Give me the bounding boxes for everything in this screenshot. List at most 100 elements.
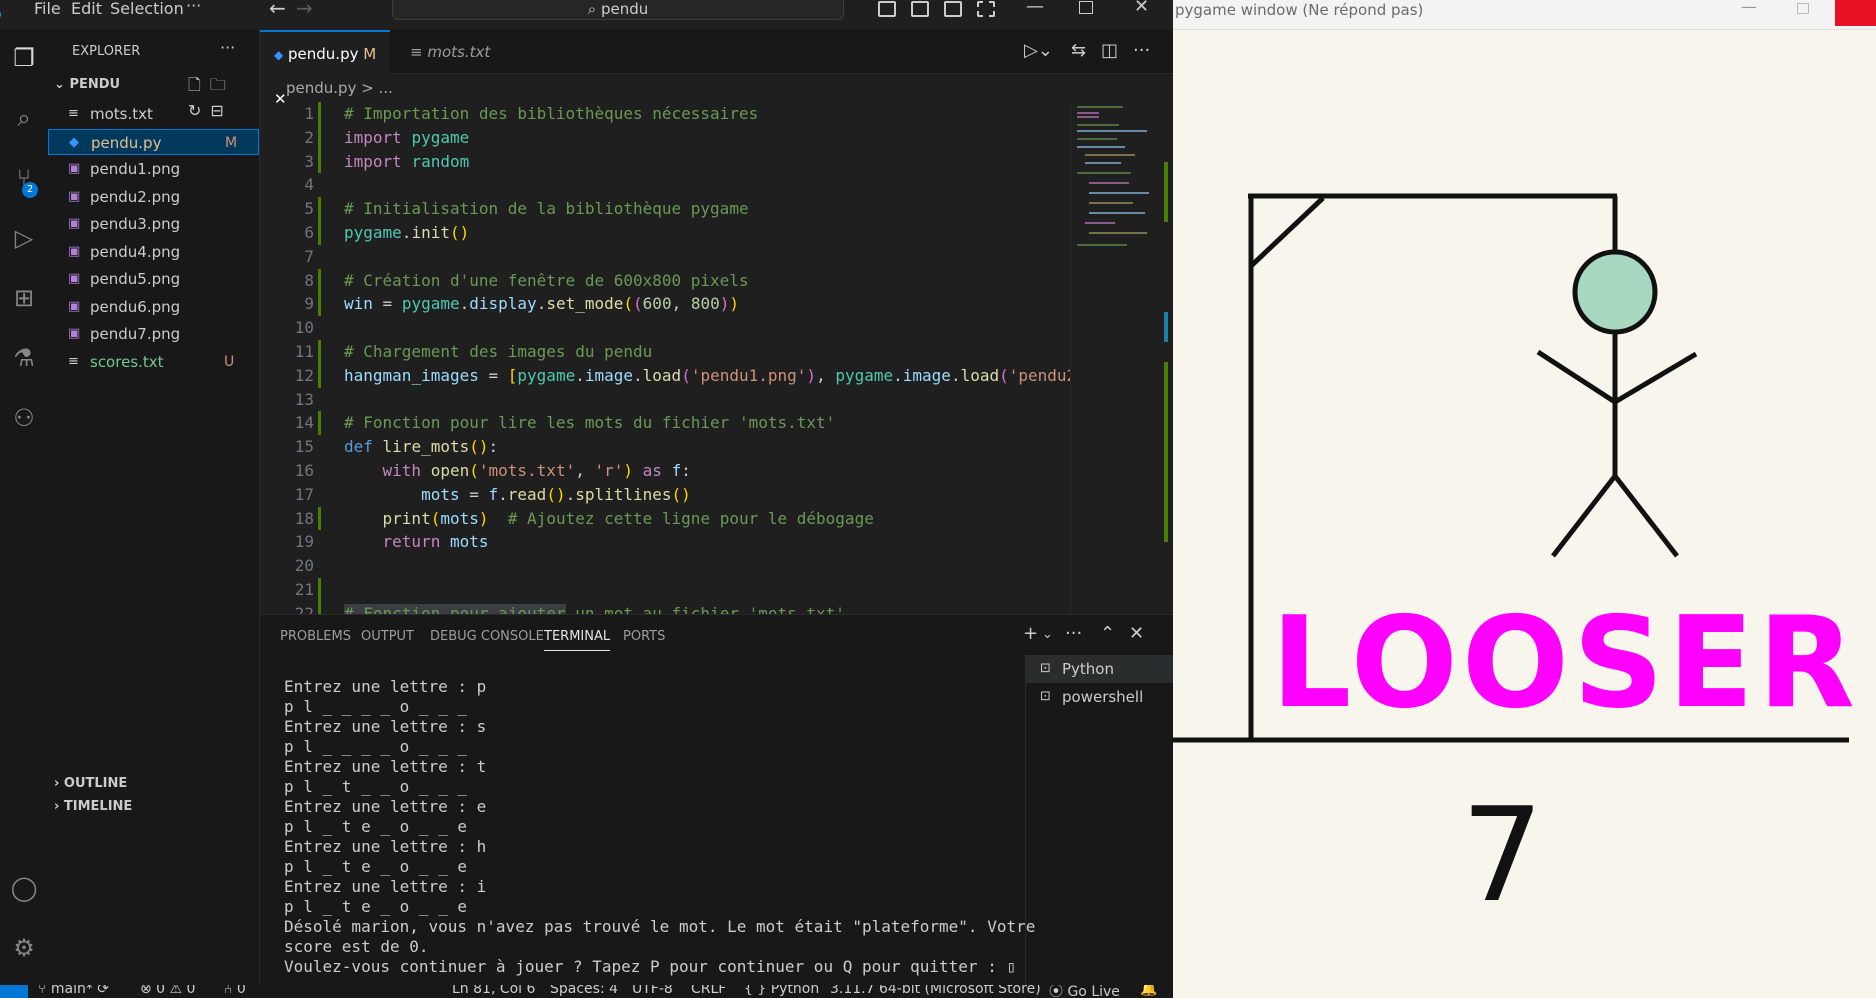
code-line: # Importation des bibliothèques nécessai… <box>344 104 759 123</box>
code-editor[interactable]: 1 # Importation des bibliothèques nécessa… <box>260 102 1070 614</box>
branch-status[interactable]: ⑂ main* ⟳ <box>38 985 109 997</box>
cursor-position[interactable]: Ln 81, Col 6 <box>452 985 535 997</box>
eol-status[interactable]: CRLF <box>691 985 726 997</box>
folder-pendu[interactable]: ⌄ PENDU <box>54 77 120 92</box>
testing-icon[interactable]: ⚗ <box>8 342 40 374</box>
toggle-secondary-sidebar-icon[interactable] <box>944 1 962 17</box>
maximize-button[interactable] <box>1079 1 1093 14</box>
file-name: pendu4.png <box>90 242 181 261</box>
file-item[interactable]: ◆ pendu.py M <box>48 128 259 155</box>
chevron-down-icon: ⌄ <box>54 77 65 92</box>
new-terminal-button[interactable]: + <box>1023 623 1038 644</box>
code-line: win = pygame.display.set_mode((600, 800)… <box>344 294 740 314</box>
vscode-logo-icon: ⟩ <box>0 2 18 26</box>
broadcast-icon: ⦿ <box>1049 985 1063 998</box>
scrollbar-change-marker <box>1164 362 1168 542</box>
line-number: 11 <box>294 341 314 361</box>
file-item[interactable]: ▣ pendu4.png <box>48 239 259 265</box>
file-item[interactable]: ▣ pendu5.png <box>48 266 259 292</box>
line-number: 17 <box>294 484 314 504</box>
editor-more-button[interactable]: ··· <box>1133 40 1150 61</box>
extensions-icon[interactable]: ⊞ <box>8 282 40 314</box>
breadcrumb[interactable]: pendu.py > ... <box>260 74 1173 102</box>
encoding-status[interactable]: UTF-8 <box>632 985 673 997</box>
line-number: 15 <box>294 437 314 457</box>
code-line: pygame.init() <box>344 222 470 242</box>
new-folder-icon[interactable]: 🗀 <box>210 75 235 94</box>
menu-file[interactable]: File <box>34 0 61 18</box>
file-item[interactable]: ▣ pendu6.png <box>48 294 259 320</box>
terminal-output[interactable]: Entrez une lettre : pp l _ _ _ _ o _ _ _… <box>284 677 1044 977</box>
file-item[interactable]: ▣ pendu2.png <box>48 184 259 210</box>
run-python-icon[interactable]: ▷⌄ <box>1024 40 1053 61</box>
search-icon[interactable]: ⌕ <box>8 102 40 134</box>
tab-debug-console[interactable]: DEBUG CONSOLE <box>430 629 544 644</box>
compare-changes-icon[interactable]: ⇆ <box>1071 40 1086 61</box>
menu-more-button[interactable]: ··· <box>186 0 201 15</box>
tab-pendu-py[interactable]: ◆ pendu.py M ✕ <box>260 30 390 108</box>
menu-selection[interactable]: Selection <box>110 0 184 18</box>
python-icon[interactable]: ⚇ <box>8 402 40 434</box>
go-live-label: Go Live <box>1067 985 1120 998</box>
indentation-status[interactable]: Spaces: 4 <box>550 985 618 997</box>
go-live-button[interactable]: ⦿ Go Live <box>1049 985 1120 998</box>
close-button[interactable]: ✕ <box>1134 0 1149 17</box>
notifications-bell-icon[interactable]: 🔔 <box>1140 985 1157 997</box>
terminal-line: p l _ t e _ o _ _ e <box>284 897 468 916</box>
ports-status[interactable]: ⑃ 0 <box>224 985 246 997</box>
customize-layout-icon[interactable] <box>977 1 995 17</box>
new-file-icon[interactable]: 🗋 <box>188 75 210 94</box>
menu-edit[interactable]: Edit <box>71 0 102 18</box>
tab-ports[interactable]: PORTS <box>623 629 665 644</box>
file-item[interactable]: ≡ scores.txt U <box>48 349 259 375</box>
png-file-icon: ▣ <box>68 298 81 314</box>
chevron-down-icon[interactable]: ⌄ <box>1042 627 1053 642</box>
toggle-sidebar-icon[interactable] <box>878 1 896 17</box>
accounts-icon[interactable]: ◯ <box>8 872 40 904</box>
explorer-more-button[interactable]: ··· <box>220 38 235 57</box>
minimize-button[interactable]: — <box>1026 0 1044 17</box>
command-center-search[interactable]: ⌕ pendu <box>392 0 844 20</box>
file-item[interactable]: ▣ pendu7.png <box>48 321 259 347</box>
close-panel-button[interactable]: ✕ <box>1129 623 1144 644</box>
gallows-brace <box>1249 196 1325 268</box>
minimap[interactable] <box>1070 102 1160 614</box>
file-item[interactable]: ▣ pendu3.png <box>48 211 259 237</box>
terminal-line: Entrez une lettre : p <box>284 677 487 696</box>
split-editor-icon[interactable]: ◫ <box>1101 40 1118 61</box>
file-name: pendu7.png <box>90 325 181 343</box>
tab-problems[interactable]: PROBLEMS <box>280 629 351 644</box>
terminal-powershell[interactable]: ⊡ powershell <box>1026 683 1173 711</box>
editor-scrollbar[interactable] <box>1160 102 1172 614</box>
scrollbar-change-marker <box>1164 312 1168 342</box>
terminal-list: ⊡ Python ⊡ powershell <box>1025 655 1173 986</box>
tab-output[interactable]: OUTPUT <box>361 629 414 644</box>
maximize-panel-icon[interactable]: ⌃ <box>1100 623 1115 644</box>
terminal-python[interactable]: ⊡ Python <box>1026 655 1173 683</box>
panel-more-button[interactable]: ··· <box>1065 623 1082 644</box>
run-debug-icon[interactable]: ▷ <box>8 222 40 254</box>
tab-terminal[interactable]: TERMINAL <box>544 629 611 651</box>
file-item[interactable]: ▣ pendu1.png <box>48 156 259 182</box>
line-number: 4 <box>304 175 314 195</box>
git-gutter <box>318 197 321 221</box>
sync-icon: ⟳ <box>97 985 110 997</box>
tab-mots-txt[interactable]: ≡ mots.txt <box>396 30 526 74</box>
file-item[interactable]: ≡ mots.txt <box>48 101 259 127</box>
outline-section[interactable]: › OUTLINE <box>54 776 127 791</box>
activity-bar: ❐ ⌕ ⑂ 2 ▷ ⊞ ⚗ ⚇ ◯ ⚙ <box>0 30 48 985</box>
language-status[interactable]: { } Python <box>744 985 819 997</box>
interpreter-status[interactable]: 3.11.7 64-bit (Microsoft Store) <box>830 985 1041 997</box>
settings-gear-icon[interactable]: ⚙ <box>8 932 40 964</box>
git-gutter <box>318 102 321 126</box>
timeline-section[interactable]: › TIMELINE <box>54 799 132 814</box>
png-file-icon: ▣ <box>68 271 81 286</box>
toggle-panel-icon[interactable] <box>911 1 929 17</box>
forward-arrow-icon[interactable]: → <box>296 0 313 20</box>
explorer-icon[interactable]: ❐ <box>8 42 40 74</box>
remote-indicator[interactable] <box>0 985 28 998</box>
hangman-right-leg <box>1613 474 1679 558</box>
problems-status[interactable]: ⊗ 0 ⚠ 0 <box>140 985 195 997</box>
line-number: 12 <box>294 365 314 385</box>
back-arrow-icon[interactable]: ← <box>269 0 286 20</box>
